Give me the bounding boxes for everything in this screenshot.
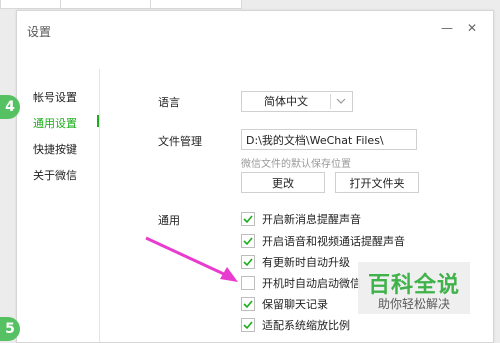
- watermark-logo: 百科全说 助你轻松解决: [358, 262, 470, 314]
- watermark-subtitle: 助你轻松解决: [377, 297, 450, 311]
